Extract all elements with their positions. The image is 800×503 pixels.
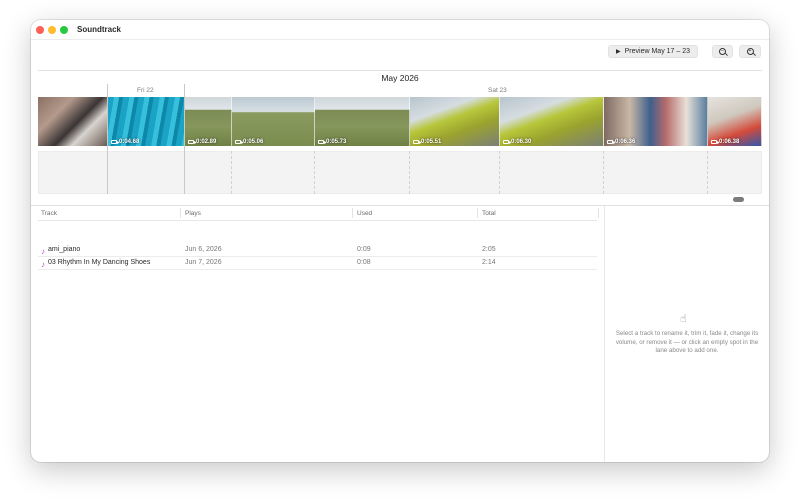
table-header-divider — [38, 220, 597, 221]
play-icon: ▶ — [616, 49, 621, 55]
video-clip[interactable]: 0:05.73 — [315, 97, 410, 146]
video-clip[interactable] — [38, 97, 108, 146]
column-header-total[interactable]: Total — [482, 210, 496, 217]
column-header-plays[interactable]: Plays — [185, 210, 201, 217]
hand-pointer-icon: ☝ — [680, 313, 687, 325]
title-bar: Soundtrack — [31, 20, 769, 40]
video-clip[interactable]: 0:05.51 — [410, 97, 500, 146]
table-row[interactable]: ♪ 03 Rhythm In My Dancing Shoes Jun 7, 2… — [38, 257, 597, 270]
clip-duration: 0:05.73 — [318, 139, 346, 145]
track-name: ami_piano — [48, 246, 81, 253]
minimize-button[interactable] — [48, 26, 56, 34]
video-clip[interactable]: 0:06.38 — [708, 97, 762, 146]
day-separator — [184, 84, 185, 194]
column-divider — [352, 208, 353, 218]
track-used: 0:08 — [357, 259, 371, 266]
music-note-icon: ♪ — [41, 247, 45, 256]
zoom-button[interactable] — [60, 26, 68, 34]
video-camera-icon — [503, 140, 511, 144]
timeline-month: May 2026 — [381, 73, 419, 83]
preview-button-label: Preview May 17 – 23 — [624, 48, 690, 55]
column-divider — [598, 208, 599, 218]
lane-divider — [314, 151, 315, 194]
timeline-scrollbar[interactable] — [38, 197, 762, 202]
clip-duration: 0:05.51 — [413, 139, 441, 145]
lane-divider — [603, 151, 604, 194]
clip-duration: 0:06.36 — [607, 139, 635, 145]
video-clip[interactable]: 0:04.68 — [108, 97, 185, 146]
scrollbar-thumb[interactable] — [733, 197, 744, 202]
zoom-out-icon: – — [719, 48, 726, 55]
inspector-hint: Select a track to rename it, trim it, fa… — [615, 330, 759, 354]
clip-duration: 0:02.89 — [188, 139, 216, 145]
day-separator — [107, 84, 108, 194]
clip-duration: 0:06.30 — [503, 139, 531, 145]
tracks-table: Track Plays Used Total ♪ ami_piano Jun 6… — [31, 206, 604, 462]
timeline-top-divider — [38, 70, 762, 71]
toolbar: ▶ Preview May 17 – 23 – + — [31, 39, 769, 63]
track-total: 2:05 — [482, 246, 496, 253]
day-label: Fri 22 — [137, 87, 154, 94]
zoom-in-button[interactable]: + — [739, 45, 761, 58]
track-name: 03 Rhythm In My Dancing Shoes — [48, 259, 151, 266]
table-row[interactable]: ♪ ami_piano Jun 6, 2026 0:09 2:05 — [38, 244, 597, 257]
video-camera-icon — [607, 140, 615, 144]
lane-divider — [499, 151, 500, 194]
track-plays: Jun 6, 2026 — [185, 246, 222, 253]
video-camera-icon — [318, 140, 326, 144]
zoom-out-button[interactable]: – — [712, 45, 733, 58]
lane-divider — [409, 151, 410, 194]
lane-divider — [231, 151, 232, 194]
day-label: Sat 23 — [488, 87, 507, 94]
column-header-used[interactable]: Used — [357, 210, 372, 217]
video-clip[interactable]: 0:06.36 — [604, 97, 708, 146]
track-total: 2:14 — [482, 259, 496, 266]
video-camera-icon — [188, 140, 196, 144]
column-divider — [477, 208, 478, 218]
window-title: Soundtrack — [77, 25, 122, 34]
inspector-panel: ☝ Select a track to rename it, trim it, … — [605, 206, 769, 462]
video-camera-icon — [235, 140, 243, 144]
clip-duration: 0:06.38 — [711, 139, 739, 145]
video-camera-icon — [111, 140, 119, 144]
preview-button[interactable]: ▶ Preview May 17 – 23 — [608, 45, 698, 58]
clip-duration: 0:05.06 — [235, 139, 263, 145]
column-divider — [180, 208, 181, 218]
video-clip[interactable]: 0:05.06 — [232, 97, 315, 146]
video-camera-icon — [711, 140, 719, 144]
audio-lane[interactable] — [38, 151, 762, 194]
video-camera-icon — [413, 140, 421, 144]
track-used: 0:09 — [357, 246, 371, 253]
track-plays: Jun 7, 2026 — [185, 259, 222, 266]
clip-filmstrip[interactable]: 0:04.68 0:02.89 0:05.06 0:05.73 0:05.51 … — [38, 97, 762, 146]
lane-divider — [707, 151, 708, 194]
soundtrack-window: Soundtrack ▶ Preview May 17 – 23 – + May… — [31, 20, 769, 462]
zoom-in-icon: + — [746, 48, 754, 55]
column-header-track[interactable]: Track — [41, 210, 57, 217]
clip-duration: 0:04.68 — [111, 139, 139, 145]
close-button[interactable] — [36, 26, 44, 34]
video-clip[interactable]: 0:02.89 — [185, 97, 232, 146]
music-note-icon: ♪ — [41, 260, 45, 269]
video-clip[interactable]: 0:06.30 — [500, 97, 604, 146]
